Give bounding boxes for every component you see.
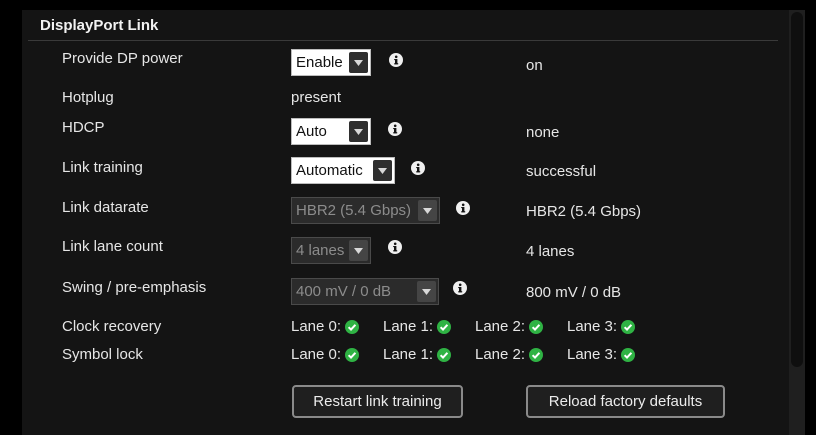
- hotplug-value: present: [291, 89, 342, 106]
- lane-label: Lane 2:: [475, 318, 526, 335]
- check-circle-icon: [345, 347, 360, 362]
- hdcp-select[interactable]: Auto: [291, 118, 371, 145]
- lane-label: Lane 2:: [475, 346, 526, 363]
- info-icon[interactable]: [453, 281, 467, 295]
- check-circle-icon: [621, 347, 636, 362]
- link-lane-count-status: 4 lanes: [526, 243, 575, 260]
- section-title: DisplayPort Link: [40, 17, 159, 34]
- symbol-lock-lane-0: Lane 0:: [291, 346, 360, 363]
- scrollbar-thumb[interactable]: [791, 12, 803, 367]
- chevron-down-icon: [349, 52, 368, 73]
- symbol-lock-lane-1: Lane 1:: [383, 346, 452, 363]
- dp-power-select[interactable]: Enable: [291, 49, 371, 76]
- check-circle-icon: [345, 319, 360, 334]
- hotplug-label: Hotplug: [62, 89, 114, 106]
- symbol-lock-lane-3: Lane 3:: [567, 346, 636, 363]
- link-lane-count-label: Link lane count: [62, 238, 163, 255]
- dp-power-status: on: [526, 57, 543, 74]
- link-training-select-value: Automatic: [296, 162, 363, 179]
- clock-recovery-lane-1: Lane 1:: [383, 318, 452, 335]
- lane-label: Lane 0:: [291, 346, 342, 363]
- swing-label: Swing / pre-emphasis: [62, 279, 207, 296]
- check-circle-icon: [621, 319, 636, 334]
- link-datarate-status: HBR2 (5.4 Gbps): [526, 203, 642, 220]
- lane-label: Lane 1:: [383, 346, 434, 363]
- clock-recovery-lane-2: Lane 2:: [475, 318, 544, 335]
- clock-recovery-label: Clock recovery: [62, 318, 162, 335]
- section-divider: [28, 40, 778, 41]
- lane-label: Lane 3:: [567, 346, 618, 363]
- link-lane-count-select-value: 4 lanes: [296, 242, 345, 259]
- info-icon[interactable]: [388, 122, 402, 136]
- dp-power-label: Provide DP power: [62, 50, 183, 67]
- hdcp-label: HDCP: [62, 119, 105, 136]
- chevron-down-icon: [418, 200, 437, 221]
- link-training-label: Link training: [62, 159, 143, 176]
- info-icon[interactable]: [456, 201, 470, 215]
- swing-select[interactable]: 400 mV / 0 dB: [291, 278, 439, 305]
- check-circle-icon: [437, 347, 452, 362]
- info-icon[interactable]: [388, 240, 402, 254]
- check-circle-icon: [437, 319, 452, 334]
- swing-select-value: 400 mV / 0 dB: [296, 283, 392, 300]
- swing-status: 800 mV / 0 dB: [526, 284, 622, 301]
- link-training-select[interactable]: Automatic: [291, 157, 395, 184]
- hdcp-select-value: Auto: [296, 123, 327, 140]
- lane-label: Lane 3:: [567, 318, 618, 335]
- lane-label: Lane 1:: [383, 318, 434, 335]
- link-training-status: successful: [526, 163, 597, 180]
- chevron-down-icon: [373, 160, 392, 181]
- chevron-down-icon: [417, 281, 436, 302]
- clock-recovery-lane-3: Lane 3:: [567, 318, 636, 335]
- symbol-lock-label: Symbol lock: [62, 346, 143, 363]
- info-icon[interactable]: [389, 53, 403, 67]
- link-datarate-select-value: HBR2 (5.4 Gbps): [296, 202, 412, 219]
- info-icon[interactable]: [411, 161, 425, 175]
- hdcp-status: none: [526, 124, 560, 141]
- link-datarate-select[interactable]: HBR2 (5.4 Gbps): [291, 197, 440, 224]
- symbol-lock-lane-2: Lane 2:: [475, 346, 544, 363]
- reload-factory-defaults-button[interactable]: Reload factory defaults: [526, 385, 725, 418]
- dp-power-select-value: Enable: [296, 54, 343, 71]
- check-circle-icon: [529, 319, 544, 334]
- lane-label: Lane 0:: [291, 318, 342, 335]
- restart-link-training-button[interactable]: Restart link training: [292, 385, 463, 418]
- link-datarate-label: Link datarate: [62, 199, 149, 216]
- check-circle-icon: [529, 347, 544, 362]
- chevron-down-icon: [349, 121, 368, 142]
- chevron-down-icon: [349, 240, 368, 261]
- link-lane-count-select[interactable]: 4 lanes: [291, 237, 371, 264]
- clock-recovery-lane-0: Lane 0:: [291, 318, 360, 335]
